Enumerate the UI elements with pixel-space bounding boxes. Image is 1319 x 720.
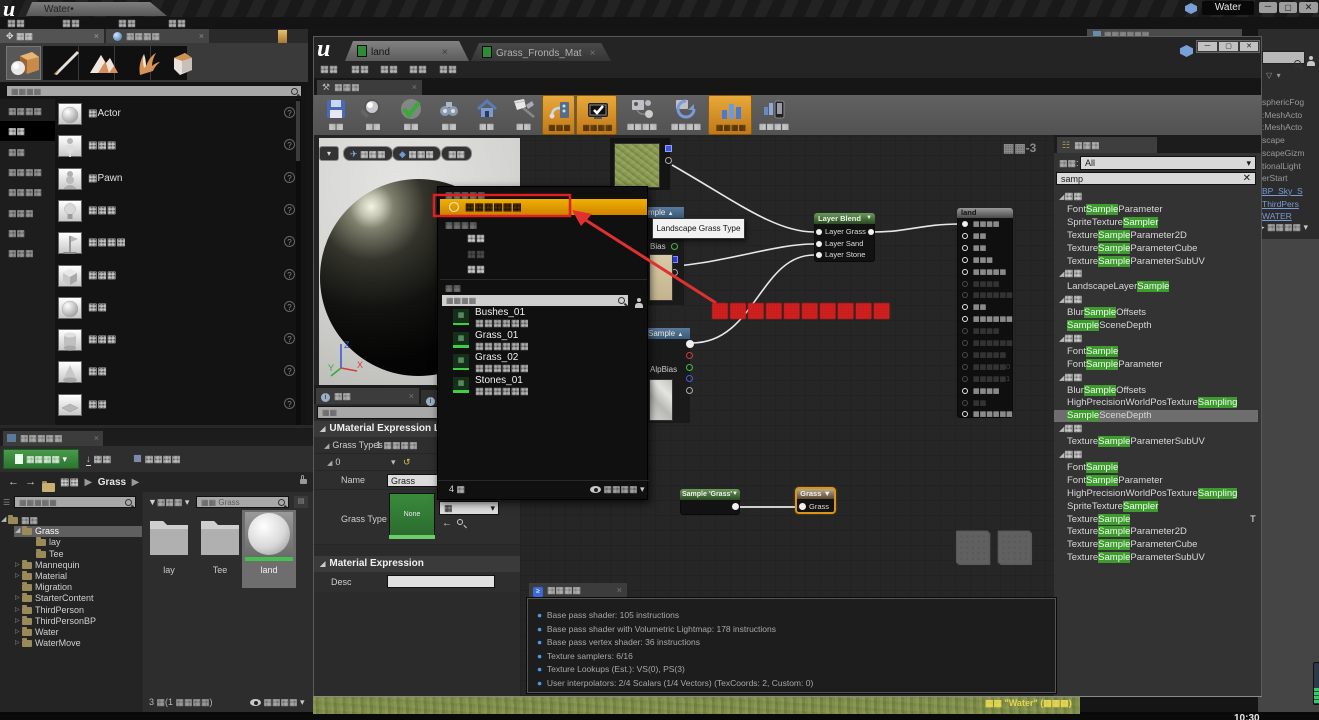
svg-text:Z: Z: [344, 340, 350, 350]
svg-text:X: X: [357, 360, 363, 370]
svg-text:Y: Y: [328, 363, 334, 373]
